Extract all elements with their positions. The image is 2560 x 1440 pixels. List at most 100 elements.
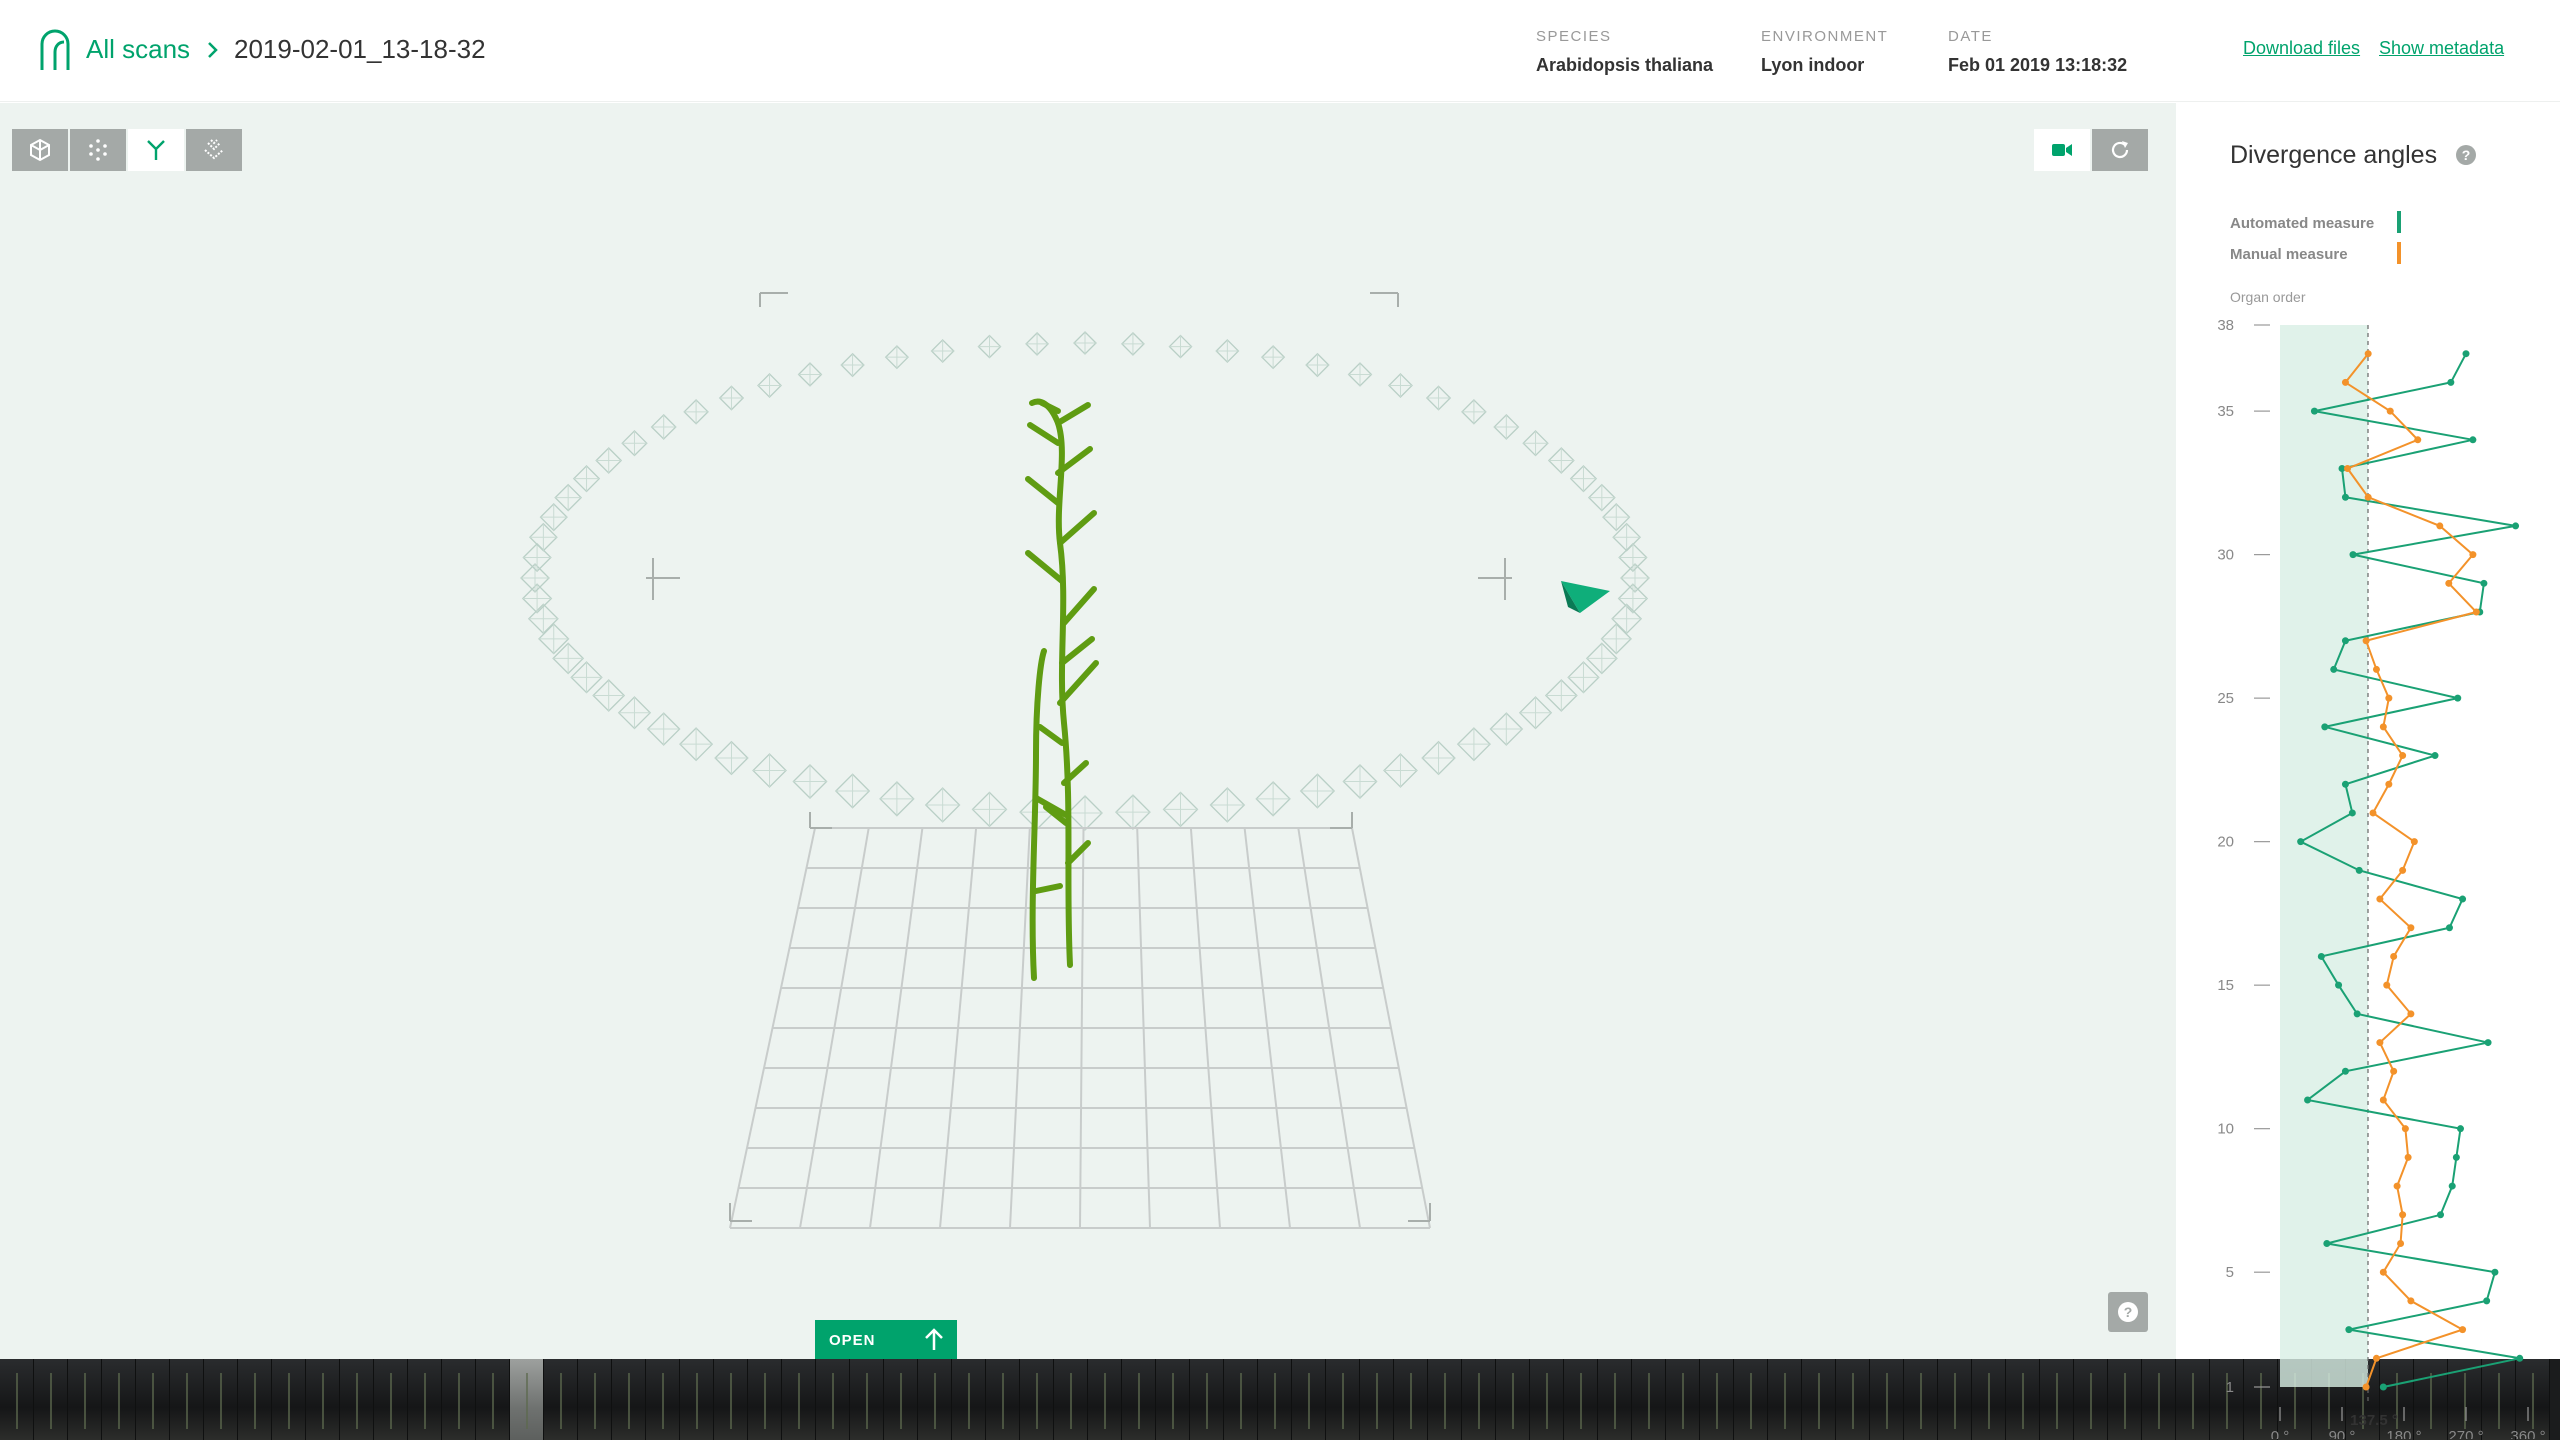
filmstrip-frame[interactable] <box>1292 1359 1326 1440</box>
divergence-chart[interactable]: 15101520253035380 ° 90 ° 180 ° 270 ° 360 °13… <box>2176 303 2560 1439</box>
filmstrip-frame[interactable] <box>102 1359 136 1440</box>
filmstrip-frame[interactable] <box>1326 1359 1360 1440</box>
filmstrip-frame[interactable] <box>1564 1359 1598 1440</box>
plant-skeleton[interactable] <box>1025 398 1099 981</box>
filmstrip-frame[interactable] <box>374 1359 408 1440</box>
filmstrip-frame[interactable] <box>612 1359 646 1440</box>
help-button[interactable]: ? <box>2108 1292 2148 1332</box>
active-camera-icon[interactable] <box>1561 581 1610 613</box>
3d-scene[interactable] <box>0 103 2176 1359</box>
skeleton-view-button[interactable] <box>128 129 184 171</box>
filmstrip-frame[interactable] <box>1394 1359 1428 1440</box>
filmstrip-frame[interactable] <box>68 1359 102 1440</box>
filmstrip-frame[interactable] <box>2040 1359 2074 1440</box>
show-metadata-link[interactable]: Show metadata <box>2379 38 2504 59</box>
filmstrip-frame[interactable] <box>1972 1359 2006 1440</box>
camera-pose-icon <box>554 483 583 512</box>
camera-pose-icon <box>592 679 626 712</box>
filmstrip-frame[interactable] <box>1190 1359 1224 1440</box>
question-icon[interactable]: ? <box>2456 145 2476 165</box>
filmstrip-frame[interactable] <box>1054 1359 1088 1440</box>
filmstrip-frame[interactable] <box>306 1359 340 1440</box>
filmstrip-frame[interactable] <box>340 1359 374 1440</box>
filmstrip-frame[interactable] <box>1802 1359 1836 1440</box>
filmstrip-frame[interactable] <box>714 1359 748 1440</box>
filmstrip-frame[interactable] <box>1836 1359 1870 1440</box>
camera-pose-icon <box>840 352 865 378</box>
filmstrip-frame[interactable] <box>1462 1359 1496 1440</box>
breadcrumb-all-scans[interactable]: All scans <box>86 34 190 65</box>
filmstrip-frame[interactable] <box>1938 1359 1972 1440</box>
filmstrip-frame[interactable] <box>1734 1359 1768 1440</box>
filmstrip-frame[interactable] <box>1870 1359 1904 1440</box>
data-point <box>2445 924 2453 932</box>
filmstrip-frame[interactable] <box>850 1359 884 1440</box>
download-files-link[interactable]: Download files <box>2243 38 2360 59</box>
filmstrip-frame[interactable] <box>408 1359 442 1440</box>
plant-logo-icon[interactable] <box>36 26 74 72</box>
filmstrip-frame[interactable] <box>442 1359 476 1440</box>
filmstrip-frame[interactable] <box>986 1359 1020 1440</box>
filmstrip-frame[interactable] <box>884 1359 918 1440</box>
camera-pose-icon <box>1547 447 1575 474</box>
filmstrip-frame[interactable] <box>1156 1359 1190 1440</box>
filmstrip-frame[interactable] <box>1768 1359 1802 1440</box>
filmstrip-frame[interactable] <box>1700 1359 1734 1440</box>
skeleton-icon <box>147 140 165 160</box>
toggle-cameras-button[interactable] <box>2034 129 2090 171</box>
mesh-view-button[interactable] <box>12 129 68 171</box>
filmstrip-frame[interactable] <box>34 1359 68 1440</box>
data-point <box>2348 809 2356 817</box>
point-cloud-view-button[interactable] <box>70 129 126 171</box>
segmentation-view-button[interactable] <box>186 129 242 171</box>
filmstrip-frame[interactable] <box>476 1359 510 1440</box>
y-tick-label: 35 <box>2217 403 2234 420</box>
filmstrip-frame[interactable] <box>2074 1359 2108 1440</box>
filmstrip-frame[interactable] <box>748 1359 782 1440</box>
filmstrip-frame[interactable] <box>136 1359 170 1440</box>
filmstrip-frame[interactable] <box>918 1359 952 1440</box>
reset-view-button[interactable] <box>2092 129 2148 171</box>
camera-pose-icon <box>520 563 550 593</box>
filmstrip-frame[interactable] <box>782 1359 816 1440</box>
species-value: Arabidopsis thaliana <box>1536 55 1714 75</box>
filmstrip-frame[interactable] <box>1088 1359 1122 1440</box>
filmstrip-frame[interactable] <box>1598 1359 1632 1440</box>
filmstrip-frame[interactable] <box>544 1359 578 1440</box>
filmstrip-frame[interactable] <box>2142 1359 2176 1440</box>
filmstrip-frame[interactable] <box>170 1359 204 1440</box>
camera-pose-icon <box>539 503 568 532</box>
filmstrip-frame[interactable] <box>238 1359 272 1440</box>
filmstrip-frame[interactable] <box>578 1359 612 1440</box>
filmstrip-frame[interactable] <box>510 1359 544 1440</box>
open-filmstrip-button[interactable]: OPEN <box>815 1320 957 1359</box>
camera-pose-icon <box>1305 352 1330 378</box>
data-point <box>2472 608 2480 616</box>
filmstrip-frame[interactable] <box>952 1359 986 1440</box>
camera-pose-icon <box>1073 331 1097 355</box>
filmstrip-frame[interactable] <box>1224 1359 1258 1440</box>
filmstrip-frame[interactable] <box>2006 1359 2040 1440</box>
3d-viewer[interactable]: ? OPEN <box>0 103 2176 1359</box>
filmstrip-frame[interactable] <box>680 1359 714 1440</box>
filmstrip-frame[interactable] <box>1122 1359 1156 1440</box>
filmstrip-frame[interactable] <box>1666 1359 1700 1440</box>
filmstrip-frame[interactable] <box>816 1359 850 1440</box>
filmstrip-frame[interactable] <box>272 1359 306 1440</box>
camera-pose-icon <box>1421 740 1456 776</box>
filmstrip-frame[interactable] <box>1428 1359 1462 1440</box>
filmstrip-frame[interactable] <box>1904 1359 1938 1440</box>
filmstrip-frame[interactable] <box>1632 1359 1666 1440</box>
filmstrip-frame[interactable] <box>646 1359 680 1440</box>
filmstrip-frame[interactable] <box>1530 1359 1564 1440</box>
data-point <box>2404 1153 2412 1161</box>
filmstrip-frame[interactable] <box>1258 1359 1292 1440</box>
filmstrip-frame[interactable] <box>1360 1359 1394 1440</box>
data-point <box>2436 522 2444 530</box>
filmstrip-frame[interactable] <box>1496 1359 1530 1440</box>
filmstrip-frame[interactable] <box>1020 1359 1054 1440</box>
filmstrip-frame[interactable] <box>2108 1359 2142 1440</box>
camera-pose-icon <box>617 696 652 730</box>
filmstrip-frame[interactable] <box>0 1359 34 1440</box>
filmstrip-frame[interactable] <box>204 1359 238 1440</box>
